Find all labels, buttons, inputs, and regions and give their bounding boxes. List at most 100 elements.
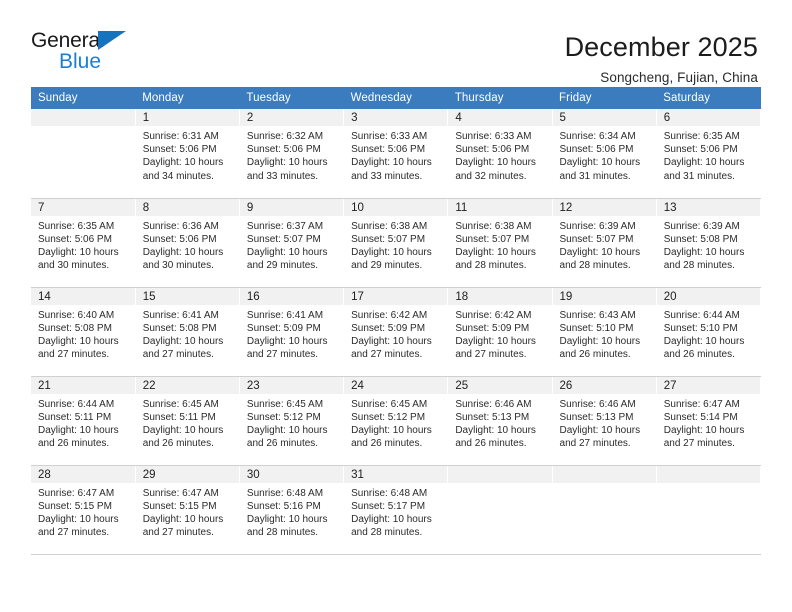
daylight-text: Daylight: 10 hours and 27 minutes. — [663, 424, 745, 450]
weekday-header-saturday: Saturday — [656, 87, 761, 109]
daylight-text: Daylight: 10 hours and 29 minutes. — [351, 246, 432, 272]
calendar-day-cell[interactable]: 7 Sunrise: 6:35 AM Sunset: 5:06 PM Daylight… — [31, 198, 136, 288]
sunset-text: Sunset: 5:11 PM — [142, 411, 216, 423]
calendar-day-cell[interactable]: 12 Sunrise: 6:39 AM Sunset: 5:07 PM Dayligh… — [552, 198, 657, 288]
weekday-header-sunday: Sunday — [31, 87, 136, 109]
calendar-day-cell[interactable]: 22 Sunrise: 6:45 AM Sunset: 5:11 PM Dayligh… — [135, 376, 240, 466]
calendar-day-cell[interactable]: 27 Sunrise: 6:47 AM Sunset: 5:14 PM Dayligh… — [656, 376, 762, 466]
day-number: 29 — [135, 465, 239, 483]
calendar-day-cell[interactable]: 20 Sunrise: 6:44 AM Sunset: 5:10 PM Dayligh… — [656, 287, 762, 377]
daylight-text: Daylight: 10 hours and 26 minutes. — [142, 424, 224, 450]
calendar-day-cell[interactable]: 10 Sunrise: 6:38 AM Sunset: 5:07 PM Dayligh… — [343, 198, 449, 288]
calendar-cell-empty — [552, 465, 657, 555]
calendar-day-cell[interactable]: 1 Sunrise: 6:31 AM Sunset: 5:06 PM Daylight… — [135, 109, 240, 199]
calendar-day-cell[interactable]: 28 Sunrise: 6:47 AM Sunset: 5:15 PM Dayligh… — [31, 465, 136, 555]
weekday-header-row: Sunday Monday Tuesday Wednesday Thursday Frid… — [31, 87, 761, 109]
calendar-day-cell[interactable]: 21 Sunrise: 6:44 AM Sunset: 5:11 PM Dayligh… — [31, 376, 136, 466]
day-number: 22 — [135, 376, 239, 394]
calendar-day-cell[interactable]: 9 Sunrise: 6:37 AM Sunset: 5:07 PM Daylight… — [239, 198, 345, 288]
day-number: 13 — [656, 198, 760, 216]
page-header: General Blue December 2025 Songcheng, Fu… — [0, 0, 792, 85]
daylight-text: Daylight: 10 hours and 34 minutes. — [142, 157, 224, 182]
day-number: 16 — [239, 287, 344, 305]
daylight-text: Daylight: 10 hours and 26 minutes. — [351, 424, 432, 450]
logo-text-general: General — [31, 29, 105, 52]
calendar-day-cell[interactable]: 2 Sunrise: 6:32 AM Sunset: 5:06 PM Daylight… — [239, 109, 345, 199]
calendar-day-cell[interactable]: 4 Sunrise: 6:33 AM Sunset: 5:06 PM Daylight… — [447, 109, 553, 199]
sunset-text: Sunset: 5:06 PM — [142, 144, 217, 156]
day-details: Sunrise: 6:39 AM Sunset: 5:08 PM Daylight:… — [657, 216, 760, 273]
day-details: Sunrise: 6:48 AM Sunset: 5:17 PM Daylight:… — [344, 483, 447, 540]
weekday-header-monday: Monday — [135, 87, 240, 109]
sunrise-text: Sunrise: 6:38 AM — [455, 220, 532, 232]
day-details: Sunrise: 6:39 AM Sunset: 5:07 PM Daylight:… — [553, 216, 656, 273]
calendar-day-cell[interactable]: 23 Sunrise: 6:45 AM Sunset: 5:12 PM Dayligh… — [239, 376, 345, 466]
day-number: 8 — [135, 198, 239, 216]
calendar-day-cell[interactable]: 14 Sunrise: 6:40 AM Sunset: 5:08 PM Dayligh… — [31, 287, 136, 377]
sunset-text: Sunset: 5:15 PM — [142, 500, 217, 512]
day-number: 3 — [344, 109, 448, 126]
calendar-day-cell[interactable]: 19 Sunrise: 6:43 AM Sunset: 5:10 PM Dayligh… — [552, 287, 657, 377]
sunrise-text: Sunrise: 6:45 AM — [246, 398, 324, 410]
day-number: 21 — [31, 376, 135, 394]
sunrise-text: Sunrise: 6:38 AM — [351, 220, 428, 232]
calendar-day-cell[interactable]: 17 Sunrise: 6:42 AM Sunset: 5:09 PM Dayligh… — [343, 287, 449, 377]
calendar-day-cell[interactable]: 31 Sunrise: 6:48 AM Sunset: 5:17 PM Dayligh… — [343, 465, 449, 555]
calendar-day-cell[interactable]: 25 Sunrise: 6:46 AM Sunset: 5:13 PM Dayligh… — [447, 376, 553, 466]
weekday-header-thursday: Thursday — [447, 87, 553, 109]
sunset-text: Sunset: 5:08 PM — [663, 233, 738, 245]
daylight-text: Daylight: 10 hours and 26 minutes. — [38, 424, 119, 450]
calendar-day-cell[interactable]: 15 Sunrise: 6:41 AM Sunset: 5:08 PM Dayligh… — [135, 287, 240, 377]
day-details: Sunrise: 6:36 AM Sunset: 5:06 PM Daylight:… — [136, 216, 239, 273]
day-details: Sunrise: 6:45 AM Sunset: 5:11 PM Daylight:… — [136, 394, 239, 451]
calendar-day-cell[interactable]: 3 Sunrise: 6:33 AM Sunset: 5:06 PM Daylight… — [343, 109, 449, 199]
sunrise-text: Sunrise: 6:34 AM — [559, 131, 636, 142]
sunrise-text: Sunrise: 6:33 AM — [351, 131, 428, 142]
day-details: Sunrise: 6:37 AM Sunset: 5:07 PM Daylight:… — [240, 216, 343, 273]
calendar-day-cell[interactable]: 24 Sunrise: 6:45 AM Sunset: 5:12 PM Dayligh… — [343, 376, 449, 466]
calendar-day-cell[interactable]: 16 Sunrise: 6:41 AM Sunset: 5:09 PM Dayligh… — [239, 287, 345, 377]
daylight-text: Daylight: 10 hours and 27 minutes. — [142, 335, 224, 361]
sunrise-text: Sunrise: 6:47 AM — [663, 398, 740, 410]
calendar-day-cell[interactable]: 11 Sunrise: 6:38 AM Sunset: 5:07 PM Dayligh… — [447, 198, 553, 288]
day-number: 9 — [239, 198, 344, 216]
day-details: Sunrise: 6:45 AM Sunset: 5:12 PM Daylight:… — [240, 394, 343, 451]
day-details: Sunrise: 6:38 AM Sunset: 5:07 PM Daylight:… — [344, 216, 447, 273]
calendar-day-cell[interactable]: 29 Sunrise: 6:47 AM Sunset: 5:15 PM Dayligh… — [135, 465, 240, 555]
daylight-text: Daylight: 10 hours and 31 minutes. — [663, 157, 745, 182]
day-details: Sunrise: 6:47 AM Sunset: 5:15 PM Daylight:… — [31, 483, 135, 540]
sunrise-text: Sunrise: 6:40 AM — [38, 309, 115, 321]
calendar-week-row: 7 Sunrise: 6:35 AM Sunset: 5:06 PM Daylight… — [31, 198, 762, 288]
sunset-text: Sunset: 5:08 PM — [38, 322, 112, 334]
day-number: 17 — [344, 287, 448, 305]
calendar-day-cell[interactable]: 30 Sunrise: 6:48 AM Sunset: 5:16 PM Dayligh… — [239, 465, 345, 555]
sunrise-text: Sunrise: 6:44 AM — [663, 309, 740, 321]
calendar-day-cell[interactable]: 13 Sunrise: 6:39 AM Sunset: 5:08 PM Dayligh… — [656, 198, 762, 288]
generalblue-logo[interactable]: General Blue — [31, 30, 151, 78]
sunset-text: Sunset: 5:06 PM — [351, 144, 426, 156]
calendar-day-cell[interactable]: 8 Sunrise: 6:36 AM Sunset: 5:06 PM Daylight… — [135, 198, 240, 288]
calendar-day-cell[interactable]: 26 Sunrise: 6:46 AM Sunset: 5:13 PM Dayligh… — [552, 376, 657, 466]
sunrise-text: Sunrise: 6:41 AM — [142, 309, 219, 321]
day-details: Sunrise: 6:33 AM Sunset: 5:06 PM Daylight:… — [344, 126, 447, 183]
day-number: 23 — [239, 376, 344, 394]
day-number: 7 — [31, 198, 135, 216]
sunset-text: Sunset: 5:15 PM — [38, 500, 112, 512]
daylight-text: Daylight: 10 hours and 27 minutes. — [455, 335, 536, 361]
calendar-cell-empty — [31, 109, 136, 199]
calendar-week-row: 1 Sunrise: 6:31 AM Sunset: 5:06 PM Daylight… — [31, 109, 762, 199]
daylight-text: Daylight: 10 hours and 27 minutes. — [351, 335, 432, 361]
logo-triangle-icon — [98, 31, 126, 50]
daylight-text: Daylight: 10 hours and 27 minutes. — [246, 335, 328, 361]
daylight-text: Daylight: 10 hours and 28 minutes. — [559, 246, 641, 272]
daylight-text: Daylight: 10 hours and 28 minutes. — [455, 246, 536, 272]
daylight-text: Daylight: 10 hours and 32 minutes. — [455, 157, 536, 182]
calendar-day-cell[interactable]: 18 Sunrise: 6:42 AM Sunset: 5:09 PM Dayligh… — [447, 287, 553, 377]
day-details: Sunrise: 6:32 AM Sunset: 5:06 PM Daylight:… — [240, 126, 343, 183]
calendar-week-row: 14 Sunrise: 6:40 AM Sunset: 5:08 PM Dayligh… — [31, 287, 762, 377]
sunset-text: Sunset: 5:06 PM — [38, 233, 112, 245]
calendar-day-cell[interactable]: 5 Sunrise: 6:34 AM Sunset: 5:06 PM Daylight… — [552, 109, 657, 199]
page-title: December 2025 — [564, 32, 758, 62]
calendar-day-cell[interactable]: 6 Sunrise: 6:35 AM Sunset: 5:06 PM Daylight… — [656, 109, 762, 199]
daylight-text: Daylight: 10 hours and 33 minutes. — [246, 157, 328, 182]
